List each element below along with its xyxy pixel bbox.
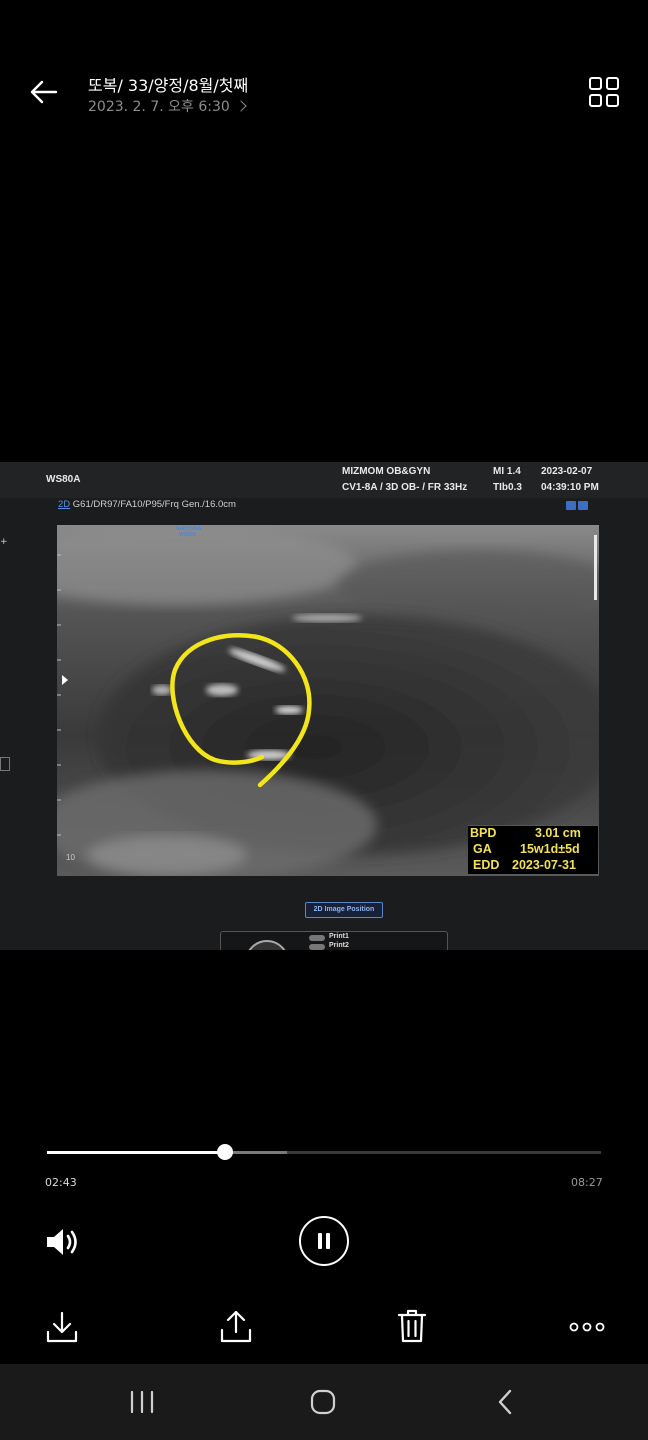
volume-icon[interactable] [44, 1226, 80, 1258]
logo-line2: WS80A [179, 532, 197, 538]
ultrasound-image [57, 525, 599, 876]
clinic-name: MIZMOM OB&GYN [342, 466, 431, 477]
current-time: 02:43 [45, 1176, 77, 1189]
tib-value: TIb0.3 [493, 482, 522, 493]
device-model: WS80A [46, 474, 81, 485]
video-date[interactable]: 2023. 2. 7. 오후 6:30 [88, 96, 247, 116]
probe-info: CV1-8A / 3D OB- / FR 33Hz [342, 482, 468, 493]
back-arrow-icon[interactable] [26, 74, 62, 110]
recent-apps-icon[interactable] [128, 1388, 156, 1416]
pause-icon [318, 1233, 330, 1249]
depth-label: 10 [66, 853, 75, 862]
bpd-value: 3.01 cm [535, 826, 581, 840]
home-icon[interactable] [309, 1388, 337, 1416]
side-marker: + [0, 537, 8, 547]
exam-time: 04:39:10 PM [541, 482, 599, 493]
more-icon[interactable] [569, 1320, 605, 1334]
bpd-label: BPD [470, 826, 497, 840]
side-box [0, 757, 10, 771]
measurements-box: BPD 3.01 cm GA 15w1d±5d EDD 2023-07-31 [468, 825, 598, 874]
download-icon[interactable] [45, 1310, 79, 1344]
small-icons [566, 501, 590, 510]
print2-label: Print2 [329, 942, 349, 949]
pause-button[interactable] [299, 1216, 349, 1266]
edd-label: EDD [473, 858, 500, 872]
video-date-text: 2023. 2. 7. 오후 6:30 [88, 99, 230, 115]
seek-thumb[interactable] [217, 1144, 233, 1160]
mode-label: 2D [58, 499, 71, 510]
mi-value: MI 1.4 [493, 466, 521, 477]
edd-value: 2023-07-31 [512, 858, 576, 872]
print-panel: Print1 Print2 [220, 931, 448, 950]
print1-label: Print1 [329, 933, 349, 940]
trash-icon[interactable] [396, 1308, 428, 1344]
grid-view-icon[interactable] [588, 76, 620, 108]
chevron-right-icon [235, 100, 247, 112]
share-icon[interactable] [219, 1308, 253, 1344]
p2-badge [309, 944, 325, 950]
ga-value: 15w1d±5d [520, 842, 580, 856]
image-position-button: 2D Image Position [305, 902, 383, 918]
nav-back-icon[interactable] [492, 1388, 520, 1416]
exam-date: 2023-02-07 [541, 466, 593, 477]
ga-label: GA [473, 842, 492, 856]
scan-params: 2D G61/DR97/FA10/P95/Frq Gen./16.0cm [58, 499, 236, 510]
system-navbar [0, 1364, 648, 1440]
video-title: 또복/ 33/양정/8월/첫째 [88, 76, 249, 95]
duration-time: 08:27 [571, 1176, 603, 1189]
seek-progress [47, 1151, 225, 1154]
knob-icon [245, 940, 289, 950]
p1-badge [309, 935, 325, 941]
params-text: G61/DR97/FA10/P95/Frq Gen./16.0cm [72, 499, 236, 510]
video-frame[interactable]: WS80A MIZMOM OB&GYN CV1-8A / 3D OB- / FR… [0, 462, 648, 950]
